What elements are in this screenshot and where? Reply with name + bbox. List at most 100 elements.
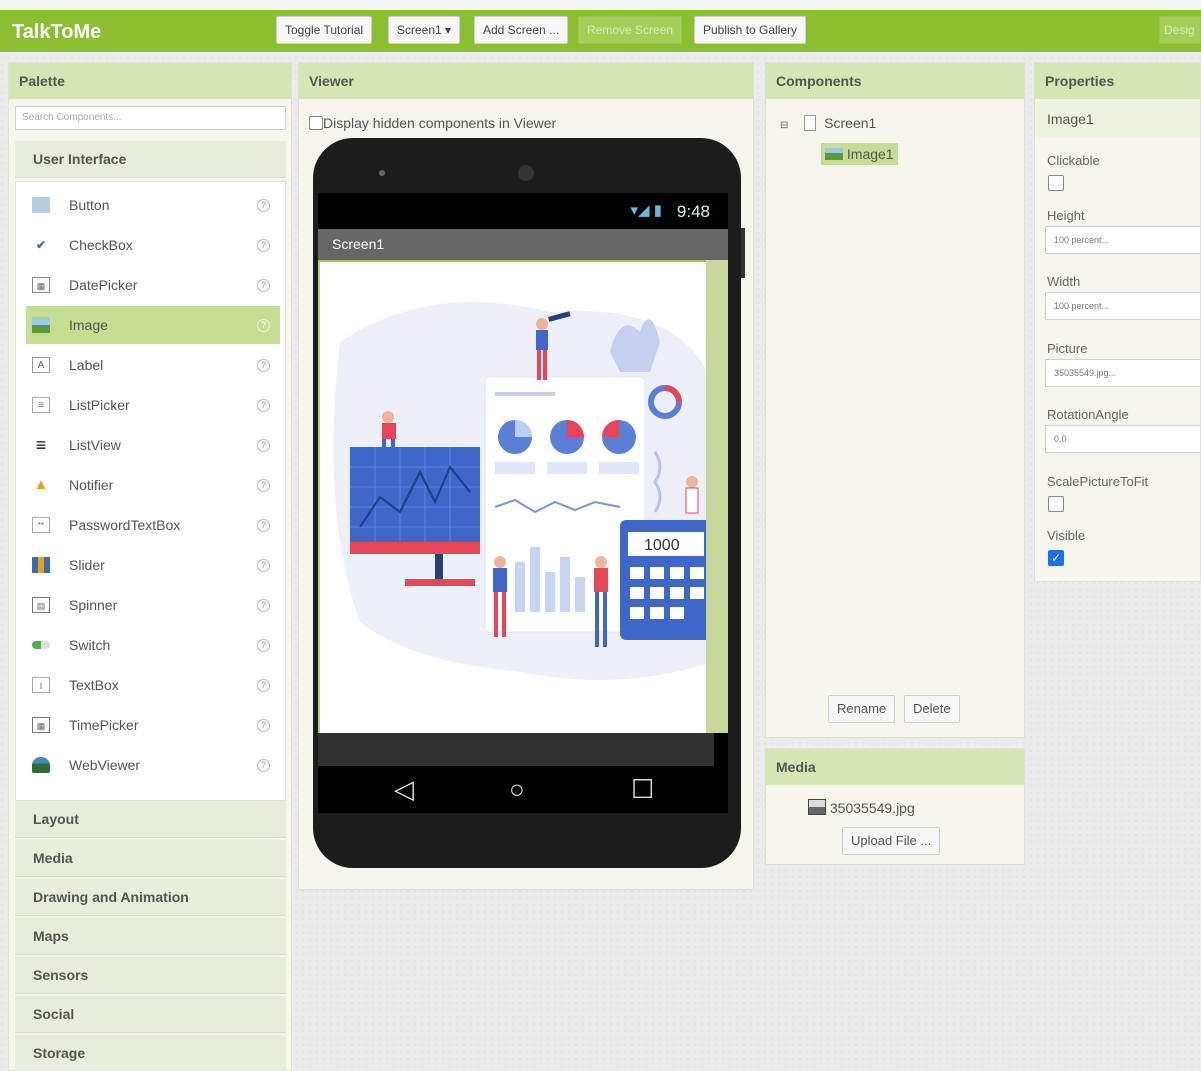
notifier-icon: ▲ bbox=[33, 476, 49, 493]
checkbox-icon[interactable] bbox=[309, 116, 323, 130]
slider-icon bbox=[32, 557, 50, 573]
palette-item-listview[interactable]: ≡ ListView ? bbox=[26, 426, 280, 464]
category-maps[interactable]: Maps bbox=[15, 918, 286, 955]
palette-item-notifier[interactable]: ▲ Notifier ? bbox=[26, 466, 280, 504]
category-social[interactable]: Social bbox=[15, 996, 286, 1033]
category-media[interactable]: Media bbox=[15, 840, 286, 877]
screen-icon bbox=[804, 115, 817, 131]
palette-item-label: ListView bbox=[69, 437, 121, 453]
help-icon[interactable]: ? bbox=[257, 559, 270, 572]
help-icon[interactable]: ? bbox=[257, 719, 270, 732]
palette-item-label: DatePicker bbox=[69, 277, 138, 293]
visible-checkbox[interactable]: ✓ bbox=[1048, 550, 1064, 566]
visible-label: Visible bbox=[1047, 528, 1086, 543]
width-label: Width bbox=[1047, 274, 1081, 289]
palette-item-label: Spinner bbox=[69, 597, 118, 613]
palette-item-label: TextBox bbox=[69, 677, 119, 693]
camera-icon bbox=[518, 165, 534, 181]
palette-item-spinner[interactable]: ▤ Spinner ? bbox=[26, 586, 280, 624]
help-icon[interactable]: ? bbox=[257, 279, 270, 292]
switch-icon bbox=[32, 641, 50, 649]
category-storage[interactable]: Storage bbox=[15, 1035, 286, 1071]
help-icon[interactable]: ? bbox=[257, 679, 270, 692]
tree-item-image1[interactable]: Image1 bbox=[821, 143, 898, 165]
help-icon[interactable]: ? bbox=[257, 439, 270, 452]
rename-button[interactable]: Rename bbox=[828, 695, 896, 723]
help-icon[interactable]: ? bbox=[257, 199, 270, 212]
collapse-icon[interactable]: ⊟ bbox=[780, 120, 788, 131]
designer-button[interactable]: Desig bbox=[1159, 16, 1201, 44]
palette-item-slider[interactable]: Slider ? bbox=[26, 546, 280, 584]
delete-button[interactable]: Delete bbox=[904, 695, 960, 723]
webviewer-icon bbox=[32, 757, 50, 773]
category-sensors[interactable]: Sensors bbox=[15, 957, 286, 994]
media-panel: Media 35035549.jpg Upload File ... bbox=[765, 748, 1025, 865]
toggle-tutorial-button[interactable]: Toggle Tutorial bbox=[276, 16, 373, 44]
help-icon[interactable]: ? bbox=[257, 639, 270, 652]
screen-select[interactable]: Screen1 ▾ bbox=[388, 16, 461, 44]
width-field[interactable]: 100 percent... bbox=[1045, 292, 1200, 320]
palette-item-passwordtextbox[interactable]: ** PasswordTextBox ? bbox=[26, 506, 280, 544]
palette-item-label: Slider bbox=[69, 557, 105, 573]
help-icon[interactable]: ? bbox=[257, 359, 270, 372]
help-icon[interactable]: ? bbox=[257, 239, 270, 252]
password-icon: ** bbox=[32, 517, 50, 533]
help-icon[interactable]: ? bbox=[257, 479, 270, 492]
palette-item-checkbox[interactable]: ✔ CheckBox ? bbox=[26, 226, 280, 264]
recents-icon: ☐ bbox=[631, 774, 655, 804]
media-title: Media bbox=[766, 749, 1024, 785]
category-drawing-animation[interactable]: Drawing and Animation bbox=[15, 879, 286, 916]
add-screen-button[interactable]: Add Screen ... bbox=[474, 16, 569, 44]
help-icon[interactable]: ? bbox=[257, 599, 270, 612]
palette-item-label: ListPicker bbox=[69, 397, 130, 413]
status-time: 9:48 bbox=[676, 202, 710, 221]
palette-item-timepicker[interactable]: ▦ TimePicker ? bbox=[26, 706, 280, 744]
tree-item-label: Image1 bbox=[846, 146, 894, 162]
listpicker-icon: ≡ bbox=[32, 397, 50, 413]
image-icon bbox=[825, 148, 843, 160]
tree-root-screen1[interactable]: ⊟ Screen1 bbox=[780, 115, 876, 131]
palette-item-listpicker[interactable]: ≡ ListPicker ? bbox=[26, 386, 280, 424]
height-field[interactable]: 100 percent... bbox=[1045, 226, 1200, 254]
scale-picture-checkbox[interactable] bbox=[1048, 496, 1064, 512]
help-icon[interactable]: ? bbox=[257, 519, 270, 532]
palette-item-webviewer[interactable]: WebViewer ? bbox=[26, 746, 280, 784]
media-file-name: 35035549.jpg bbox=[829, 800, 915, 816]
help-icon[interactable]: ? bbox=[257, 399, 270, 412]
picture-label: Picture bbox=[1047, 341, 1088, 356]
picture-field[interactable]: 35035549.jpg... bbox=[1045, 359, 1200, 387]
help-icon[interactable]: ? bbox=[257, 759, 270, 772]
display-hidden-checkbox[interactable]: Display hidden components in Viewer bbox=[309, 115, 556, 131]
upload-file-button[interactable]: Upload File ... bbox=[842, 827, 941, 855]
palette-item-textbox[interactable]: I TextBox ? bbox=[26, 666, 280, 704]
palette-item-label: Switch bbox=[69, 637, 111, 653]
search-input[interactable]: Search Components... bbox=[15, 106, 286, 130]
button-icon bbox=[32, 197, 50, 213]
remove-screen-button[interactable]: Remove Screen bbox=[578, 16, 683, 44]
category-layout[interactable]: Layout bbox=[15, 801, 286, 838]
spinner-icon: ▤ bbox=[32, 597, 50, 613]
phone-mockup: ▾◢ ▮ 9:48 Screen1 1000 ◁ ○ ☐ bbox=[313, 138, 745, 868]
palette-item-switch[interactable]: Switch ? bbox=[26, 626, 280, 664]
height-label: Height bbox=[1047, 208, 1085, 223]
palette-item-button[interactable]: Button ? bbox=[26, 186, 280, 224]
clickable-label: Clickable bbox=[1047, 153, 1100, 168]
sensor-dot bbox=[379, 170, 385, 176]
top-strip bbox=[0, 0, 1201, 10]
publish-gallery-button[interactable]: Publish to Gallery bbox=[694, 16, 807, 44]
clickable-checkbox[interactable] bbox=[1048, 175, 1064, 191]
media-file-item[interactable]: 35035549.jpg bbox=[808, 799, 915, 816]
image1-preview[interactable]: 1000 bbox=[318, 260, 714, 733]
palette-item-label[interactable]: A Label ? bbox=[26, 346, 280, 384]
palette-item-datepicker[interactable]: ▦ DatePicker ? bbox=[26, 266, 280, 304]
screen-title-bar: Screen1 bbox=[318, 229, 728, 260]
components-title: Components bbox=[766, 63, 1024, 99]
screen-bottom-strip bbox=[318, 733, 714, 766]
category-user-interface[interactable]: User Interface bbox=[15, 141, 286, 178]
properties-panel: Properties Image1 Clickable Height 100 p… bbox=[1034, 62, 1201, 582]
screen-scroll-area bbox=[706, 260, 728, 733]
help-icon[interactable]: ? bbox=[257, 319, 270, 332]
palette-item-image[interactable]: Image ? bbox=[26, 306, 280, 344]
palette-item-label: PasswordTextBox bbox=[69, 517, 181, 533]
rotation-angle-field[interactable]: 0.0 bbox=[1045, 425, 1200, 453]
